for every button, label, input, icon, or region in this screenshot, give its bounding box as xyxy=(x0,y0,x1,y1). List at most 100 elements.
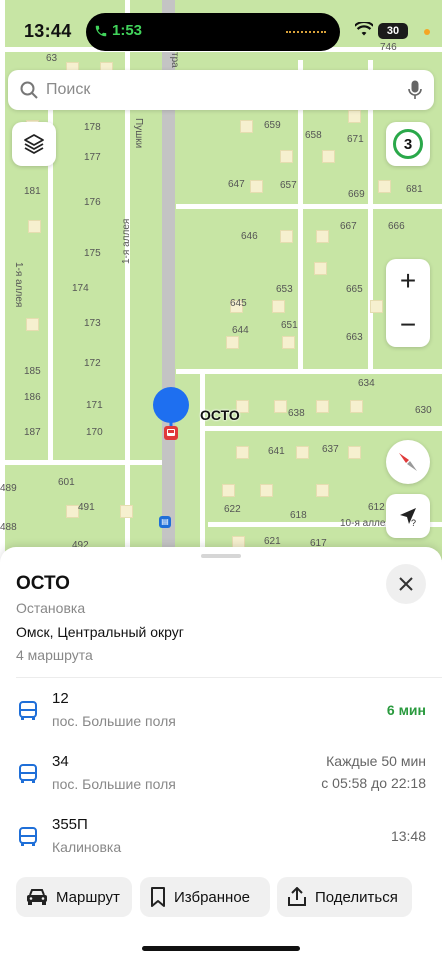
route-destination: Калиновка xyxy=(52,839,122,855)
house-number: 176 xyxy=(84,197,101,208)
house-number: 651 xyxy=(281,320,298,331)
house xyxy=(296,446,309,459)
battery-icon: 30 xyxy=(378,23,408,39)
bus-icon xyxy=(19,827,37,846)
house-number: 667 xyxy=(340,221,357,232)
house-number: 641 xyxy=(268,446,285,457)
house xyxy=(28,220,41,233)
house xyxy=(316,230,329,243)
road xyxy=(200,426,442,431)
dynamic-island[interactable]: 1:53 xyxy=(86,13,340,51)
search-bar[interactable] xyxy=(8,70,434,110)
house-number: 665 xyxy=(346,284,363,295)
svg-text:?: ? xyxy=(411,518,416,528)
house xyxy=(236,446,249,459)
house-number: 630 xyxy=(415,405,432,416)
route-eta: 13:48 xyxy=(390,828,426,844)
house xyxy=(222,484,235,497)
house-number: 491 xyxy=(78,502,95,513)
layers-button[interactable] xyxy=(12,122,56,166)
road xyxy=(200,374,205,560)
layers-icon xyxy=(24,134,44,154)
route-button[interactable]: Маршрут xyxy=(16,877,132,917)
house-number: 185 xyxy=(24,366,41,377)
phone-icon xyxy=(95,25,107,36)
house-number: 612 xyxy=(368,502,385,513)
route-frequency: Каждые 50 мин xyxy=(326,753,426,769)
compass-icon xyxy=(399,453,417,471)
traffic-button[interactable]: 3 xyxy=(386,122,430,166)
share-button[interactable]: Поделиться xyxy=(277,877,412,917)
house xyxy=(378,180,391,193)
traffic-level: 3 xyxy=(393,129,423,159)
house xyxy=(240,120,253,133)
house-number: 172 xyxy=(84,358,101,369)
status-bar: 13:44 1:53 30 xyxy=(0,0,442,62)
house-number: 177 xyxy=(84,152,101,163)
compass-button[interactable] xyxy=(386,440,430,484)
house-number: 601 xyxy=(58,477,75,488)
house xyxy=(348,446,361,459)
stop-map-label: ОСТО xyxy=(200,407,240,423)
house xyxy=(274,400,287,413)
house-number: 186 xyxy=(24,392,41,403)
car-icon xyxy=(27,889,47,905)
house xyxy=(370,300,383,313)
sheet-handle[interactable] xyxy=(201,554,241,558)
bus-icon xyxy=(19,764,37,783)
house-number: 618 xyxy=(290,510,307,521)
road xyxy=(0,460,162,465)
bus-stop-marker[interactable]: ▤ xyxy=(159,516,171,528)
microphone-icon[interactable] xyxy=(408,80,422,100)
call-indicator: 1:53 xyxy=(94,22,142,39)
home-indicator[interactable] xyxy=(142,946,300,951)
my-location-button[interactable]: ? xyxy=(386,494,430,538)
zoom-out-button[interactable]: − xyxy=(386,303,430,347)
house-number: 622 xyxy=(224,504,241,515)
house xyxy=(120,505,133,518)
route-destination: пос. Большие поля xyxy=(52,776,176,792)
route-eta: 6 мин xyxy=(386,702,426,718)
route-row[interactable]: 34 пос. Большие поля Каждые 50 мин с 05:… xyxy=(0,750,442,808)
house-number: 175 xyxy=(84,248,101,259)
road xyxy=(0,0,5,560)
search-input[interactable] xyxy=(46,78,386,102)
house xyxy=(348,110,361,123)
divider xyxy=(16,677,442,678)
house xyxy=(316,484,329,497)
house-number: 647 xyxy=(228,179,245,190)
bookmark-icon xyxy=(151,887,165,907)
call-duration: 1:53 xyxy=(112,22,143,39)
route-row[interactable]: 355П Калиновка 13:48 xyxy=(0,813,442,871)
house xyxy=(314,262,327,275)
house-number: 637 xyxy=(322,444,339,455)
house xyxy=(282,336,295,349)
house-number: 181 xyxy=(24,186,41,197)
street-name: 1-я аллея xyxy=(13,262,24,308)
route-number: 12 xyxy=(52,690,69,707)
stop-pin[interactable] xyxy=(151,386,191,447)
house-number: 187 xyxy=(24,427,41,438)
house-number: 653 xyxy=(276,284,293,295)
zoom-in-button[interactable]: + xyxy=(386,259,430,303)
house-number: 666 xyxy=(388,221,405,232)
location-arrow-icon: ? xyxy=(400,508,416,528)
house-number: 170 xyxy=(86,427,103,438)
house-number: 489 xyxy=(0,483,17,494)
route-row[interactable]: 12 пос. Большие поля 6 мин xyxy=(0,687,442,745)
house-number: 634 xyxy=(358,378,375,389)
house-number: 173 xyxy=(84,318,101,329)
house-number: 669 xyxy=(348,189,365,200)
close-button[interactable] xyxy=(386,564,426,604)
house-number: 657 xyxy=(280,180,297,191)
house-number: 645 xyxy=(230,298,247,309)
house-number: 659 xyxy=(264,120,281,131)
privacy-indicator xyxy=(424,29,430,35)
road xyxy=(176,204,442,209)
house-number: 646 xyxy=(241,231,258,242)
stop-name: ОСТО xyxy=(16,573,70,594)
share-icon xyxy=(288,887,306,906)
favorite-button[interactable]: Избранное xyxy=(140,877,270,917)
audio-wave-icon xyxy=(286,31,326,34)
house-number: 658 xyxy=(305,130,322,141)
